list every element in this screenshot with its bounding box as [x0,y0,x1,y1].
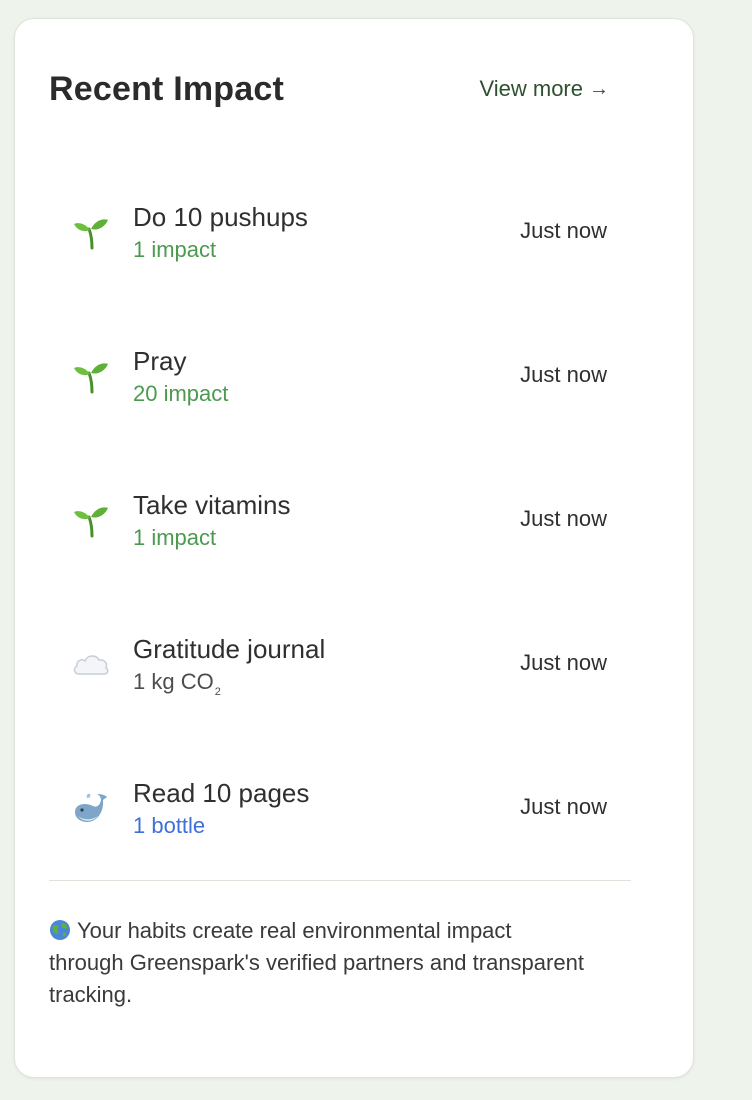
item-title: Pray [133,346,187,376]
list-item: Pray 20 impact Just now [49,324,607,468]
item-title: Read 10 pages [133,778,310,808]
item-impact: 1 kg CO2 [133,666,325,702]
item-time: Just now [520,794,607,819]
item-impact: 1 bottle [133,813,206,838]
item-impact: 20 impact [133,381,229,406]
cloud-icon [71,644,111,684]
list-item: Gratitude journal 1 kg CO2 Just now [49,612,607,756]
item-impact: 1 impact [133,525,217,550]
view-more-label: View more [479,76,583,101]
item-title: Do 10 pushups [133,202,308,232]
impact-list: Do 10 pushups 1 impact Just now Pray 20 … [49,180,607,900]
item-time: Just now [520,218,607,243]
item-title: Gratitude journal [133,634,326,664]
footer-note: Your habits create real environmental im… [49,915,589,1011]
item-impact-subscript: 2 [214,686,221,698]
arrow-right-icon: → [589,78,609,100]
seedling-icon [71,212,111,252]
item-time: Just now [520,506,607,531]
list-item: Do 10 pushups 1 impact Just now [49,180,607,324]
item-impact-main: 1 kg CO [133,669,214,694]
item-impact: 1 impact [133,237,217,262]
view-more-link[interactable]: View more → [479,76,609,102]
whale-icon [71,788,111,828]
divider [49,880,631,881]
footer-text: Your habits create real environmental im… [49,918,584,1007]
item-time: Just now [520,650,607,675]
seedling-icon [71,500,111,540]
seedling-icon [71,356,111,396]
globe-icon [49,919,71,941]
item-title: Take vitamins [133,490,291,520]
item-time: Just now [520,362,607,387]
card-header: Recent Impact View more → [49,64,609,114]
card-title: Recent Impact [49,69,285,108]
list-item: Read 10 pages 1 bottle Just now [49,756,607,900]
list-item: Take vitamins 1 impact Just now [49,468,607,612]
